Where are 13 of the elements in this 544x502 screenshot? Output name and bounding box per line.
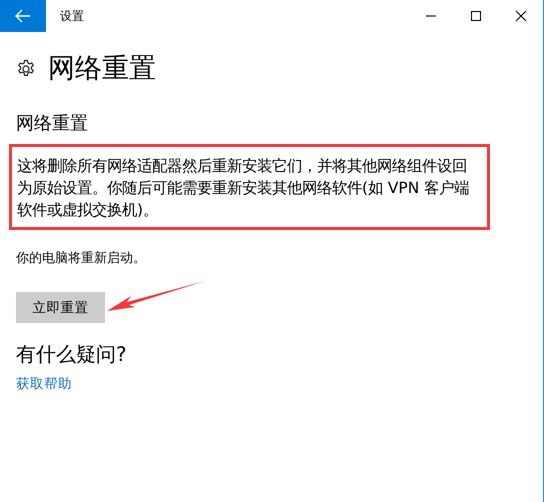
section-heading: 网络重置: [16, 112, 89, 136]
back-button[interactable]: [0, 0, 46, 32]
help-heading: 有什么疑问?: [16, 341, 128, 367]
settings-icon: [16, 59, 36, 79]
back-arrow-icon: [15, 9, 31, 23]
get-help-link[interactable]: 获取帮助: [16, 376, 72, 392]
description-text: 这将删除所有网络适配器然后重新安装它们，并将其他网络组件设回为原始设置。你随后可能需要重新安装其他网络软件(如 VPN 客户端软件或虚拟交换机)。: [17, 156, 470, 221]
reset-now-button[interactable]: 立即重置: [16, 292, 105, 323]
maximize-icon: [470, 10, 482, 22]
close-icon: [514, 10, 526, 22]
page-title: 网络重置: [48, 52, 156, 86]
window-title: 设置: [60, 8, 84, 24]
restart-note: 你的电脑将重新启动。: [16, 250, 147, 268]
